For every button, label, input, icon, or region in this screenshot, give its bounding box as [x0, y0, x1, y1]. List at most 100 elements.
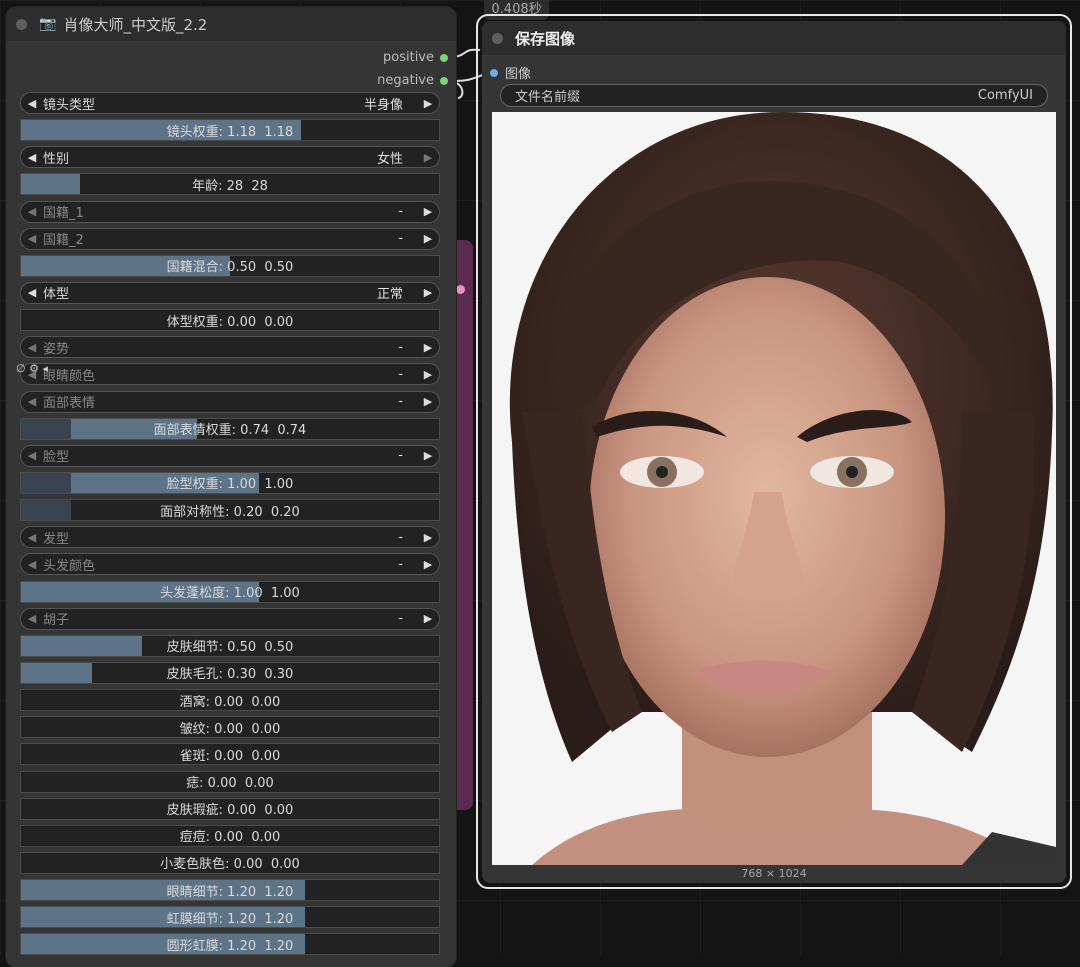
slider-widget[interactable]: 面部表情权重: 0.74 0.74 [20, 417, 440, 440]
combo-widget[interactable]: ◀ 姿势 - ▶ [20, 336, 440, 359]
node-title-bar[interactable]: 📷 肖像大师_中文版_2.2 [6, 7, 456, 41]
combo-widget[interactable]: ◀ 脸型 - ▶ [20, 444, 440, 467]
arrow-left-icon[interactable]: ◀ [21, 395, 43, 408]
slider-widget[interactable]: 皮肤毛孔: 0.30 0.30 [20, 661, 440, 684]
combo-value: - [398, 529, 403, 545]
slider-widget[interactable]: 头发蓬松度: 1.00 1.00 [20, 580, 440, 603]
arrow-right-icon[interactable]: ▶ [417, 286, 439, 299]
combo-value: - [398, 394, 403, 410]
arrow-right-icon[interactable]: ▶ [417, 531, 439, 544]
slider-text: 头发蓬松度: 1.00 1.00 [160, 586, 300, 602]
arrow-left-icon[interactable]: ◀ [21, 97, 43, 110]
arrow-right-icon[interactable]: ▶ [417, 341, 439, 354]
combo-widget[interactable]: ◀ 国籍_2 - ▶ [20, 227, 440, 250]
combo-value: 半身像 [363, 97, 403, 113]
slider-text: 虹膜细节: 1.20 1.20 [166, 911, 294, 927]
arrow-right-icon[interactable]: ▶ [417, 205, 439, 218]
combo-value: - [398, 204, 403, 220]
slider-widget[interactable]: 痣: 0.00 0.00 [20, 770, 440, 793]
combo-widget[interactable]: ◀ 镜头类型 半身像 ▶ [20, 92, 440, 114]
slider-widget[interactable]: 皱纹: 0.00 0.00 [20, 716, 440, 739]
output-slot-dot[interactable] [440, 76, 448, 85]
combo-widget[interactable]: ◀ 发型 - ▶ [20, 526, 440, 549]
slider-widget[interactable]: 小麦色肤色: 0.00 0.00 [20, 851, 440, 874]
image-preview[interactable] [492, 112, 1056, 865]
slider-widget[interactable]: 脸型权重: 1.00 1.00 [20, 471, 440, 494]
arrow-left-icon[interactable]: ◀ [21, 449, 43, 462]
slider-widget[interactable]: 皮肤细节: 0.50 0.50 [20, 634, 440, 657]
arrow-left-icon[interactable]: ◀ [21, 531, 43, 544]
arrow-left-icon[interactable]: ◀ [21, 286, 43, 299]
slider-text: 雀斑: 0.00 0.00 [179, 748, 281, 764]
save-image-node[interactable]: 保存图像 图像 文件名前缀 ComfyUI 768 × 1024 [482, 21, 1066, 883]
combo-value: - [398, 231, 403, 247]
arrow-left-icon[interactable]: ◀ [21, 151, 43, 164]
combo-widget[interactable]: ◀ 国籍_1 - ▶ [20, 200, 440, 223]
combo-value: - [398, 448, 403, 464]
slider-text: 皮肤细节: 0.50 0.50 [166, 640, 294, 656]
output-negative-label: negative [377, 73, 434, 88]
slider-text: 小麦色肤色: 0.00 0.00 [160, 857, 300, 873]
arrow-left-icon[interactable]: ◀ [21, 341, 43, 354]
combo-value: 正常 [376, 287, 403, 303]
arrow-right-icon[interactable]: ▶ [417, 232, 439, 245]
input-image[interactable]: 图像 [490, 63, 531, 82]
arrow-right-icon[interactable]: ▶ [417, 97, 439, 110]
node-title: 肖像大师_中文版_2.2 [63, 15, 208, 34]
combo-widget[interactable]: ◀ 头发颜色 - ▶ [20, 553, 440, 576]
arrow-right-icon[interactable]: ▶ [417, 612, 439, 625]
output-slot-dot[interactable] [440, 53, 448, 62]
slider-text: 面部对称性: 0.20 0.20 [160, 504, 300, 520]
widget-list: ◀ 镜头类型 半身像 ▶ 镜头权重: 1.18 1.18 ◀ 性别 女性 ▶ 年龄: 28 28 ◀… [20, 92, 440, 961]
combo-widget[interactable]: ◀ 眼睛颜色 - ▶ [20, 363, 440, 386]
slider-widget[interactable]: 体型权重: 0.00 0.00 [20, 309, 440, 332]
collapse-dot-icon[interactable] [492, 32, 503, 44]
slider-text: 痘痘: 0.00 0.00 [179, 830, 281, 846]
combo-label: 镜头类型 [43, 97, 96, 113]
slider-widget[interactable]: 皮肤瑕疵: 0.00 0.00 [20, 797, 440, 820]
combo-widget[interactable]: ◀ 性别 女性 ▶ [20, 146, 440, 169]
combo-label: 面部表情 [43, 396, 96, 412]
arrow-left-icon[interactable]: ◀ [21, 558, 43, 571]
combo-widget[interactable]: ◀ 体型 正常 ▶ [20, 281, 440, 304]
slider-widget[interactable]: 年龄: 28 28 [20, 173, 440, 196]
slider-widget[interactable]: 圆形虹膜: 1.20 1.20 [20, 933, 440, 956]
arrow-right-icon[interactable]: ▶ [417, 558, 439, 571]
background-node-slot [456, 285, 465, 294]
slider-text: 皮肤瑕疵: 0.00 0.00 [166, 803, 294, 819]
filename-prefix-field[interactable]: 文件名前缀 ComfyUI [500, 84, 1048, 107]
node-title-bar[interactable]: 保存图像 [482, 21, 1066, 55]
arrow-left-icon[interactable]: ◀ [21, 612, 43, 625]
arrow-right-icon[interactable]: ▶ [417, 449, 439, 462]
node-badge-icons: ∅ ⚙ ◂ [16, 362, 48, 375]
slider-widget[interactable]: 眼睛细节: 1.20 1.20 [20, 879, 440, 902]
arrow-right-icon[interactable]: ▶ [417, 151, 439, 164]
combo-widget[interactable]: ◀ 胡子 - ▶ [20, 607, 440, 630]
camera-icon: 📷 [39, 16, 57, 32]
slider-widget[interactable]: 国籍混合: 0.50 0.50 [20, 254, 440, 277]
combo-label: 眼睛颜色 [43, 368, 96, 384]
slider-text: 镜头权重: 1.18 1.18 [166, 124, 294, 140]
slider-widget[interactable]: 痘痘: 0.00 0.00 [20, 824, 440, 847]
slider-widget[interactable]: 镜头权重: 1.18 1.18 [20, 119, 440, 142]
slider-text: 体型权重: 0.00 0.00 [166, 314, 294, 330]
slider-widget[interactable]: 雀斑: 0.00 0.00 [20, 743, 440, 766]
slider-widget[interactable]: 虹膜细节: 1.20 1.20 [20, 906, 440, 929]
combo-label: 性别 [43, 151, 70, 167]
slider-widget[interactable]: 面部对称性: 0.20 0.20 [20, 499, 440, 522]
portrait-master-node[interactable]: 📷 肖像大师_中文版_2.2 positive negative ◀ 镜头类型 半身… [6, 7, 456, 967]
output-negative[interactable]: negative [377, 73, 448, 88]
portrait-image [492, 112, 1056, 865]
arrow-right-icon[interactable]: ▶ [417, 395, 439, 408]
arrow-left-icon[interactable]: ◀ [21, 205, 43, 218]
combo-widget[interactable]: ◀ 面部表情 - ▶ [20, 390, 440, 413]
slider-widget[interactable]: 酒窝: 0.00 0.00 [20, 689, 440, 712]
collapse-dot-icon[interactable] [16, 18, 27, 30]
combo-label: 国籍_1 [43, 206, 84, 222]
arrow-left-icon[interactable]: ◀ [21, 232, 43, 245]
input-slot-dot[interactable] [490, 68, 498, 77]
background-node-edge [455, 240, 473, 810]
output-positive[interactable]: positive [383, 50, 448, 65]
combo-label: 脸型 [43, 450, 70, 466]
arrow-right-icon[interactable]: ▶ [417, 368, 439, 381]
